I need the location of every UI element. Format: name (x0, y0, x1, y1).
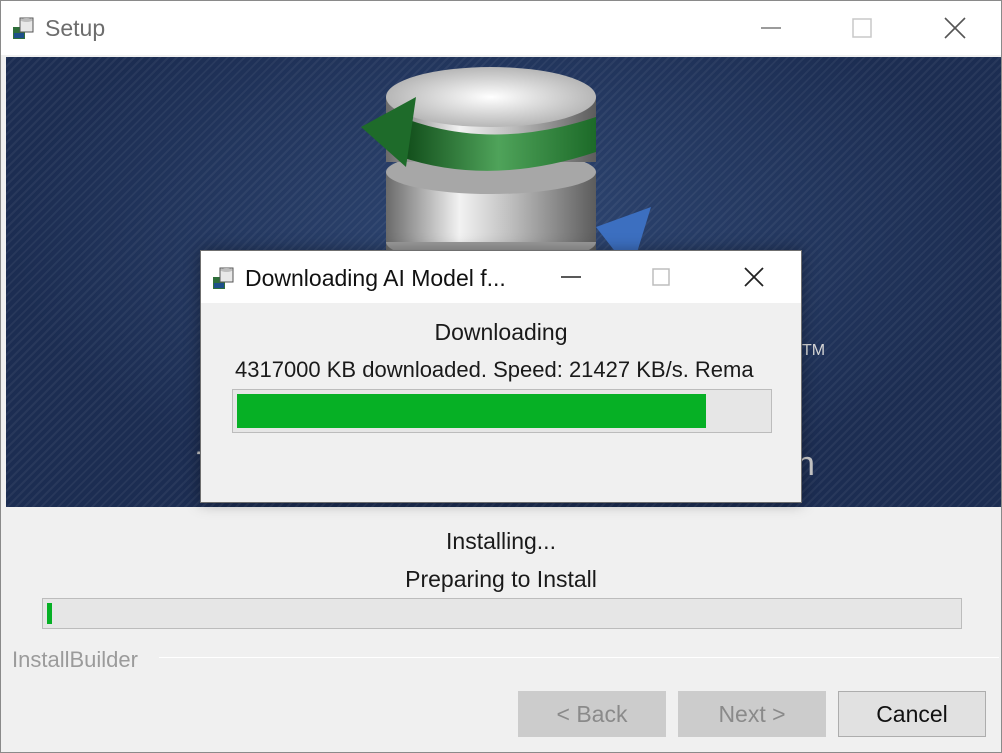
trademark-mark: TM (802, 342, 825, 359)
minimize-button[interactable] (741, 1, 801, 55)
dialog-maximize-button[interactable] (633, 251, 689, 303)
minimize-icon (561, 276, 581, 278)
dialog-minimize-button[interactable] (543, 251, 599, 303)
dialog-close-button[interactable] (726, 251, 782, 303)
download-heading: Downloading (434, 319, 568, 345)
maximize-button[interactable] (832, 1, 892, 55)
download-progress-bar (232, 389, 772, 433)
branding-separator: InstallBuilder (1, 645, 1001, 673)
install-progress-bar (42, 598, 962, 629)
close-button[interactable] (925, 1, 985, 55)
status-title: Installing... (446, 528, 556, 554)
dialog-title: Downloading AI Model f... (245, 265, 506, 291)
next-button[interactable]: Next > (678, 691, 826, 737)
dialog-title-bar[interactable]: Downloading AI Model f... (201, 251, 801, 303)
installbuilder-label: InstallBuilder (12, 647, 138, 672)
cancel-button[interactable]: Cancel (838, 691, 986, 737)
download-progress-fill (237, 394, 706, 428)
back-button[interactable]: < Back (518, 691, 666, 737)
dialog-app-icon (213, 267, 234, 289)
separator-line (159, 657, 999, 658)
download-status-text: 4317000 KB downloaded. Speed: 21427 KB/s… (235, 357, 754, 382)
install-progress-fill (47, 603, 52, 624)
app-icon (13, 17, 34, 39)
status-subtitle: Preparing to Install (405, 566, 597, 592)
close-icon (944, 17, 966, 39)
maximize-icon (652, 268, 670, 286)
minimize-icon (761, 27, 781, 29)
title-bar[interactable]: Setup (1, 1, 1001, 55)
close-icon (744, 267, 764, 287)
window-title: Setup (45, 15, 106, 41)
download-dialog: Downloading AI Model f... Downloading 43… (200, 250, 802, 503)
maximize-icon (852, 18, 872, 38)
